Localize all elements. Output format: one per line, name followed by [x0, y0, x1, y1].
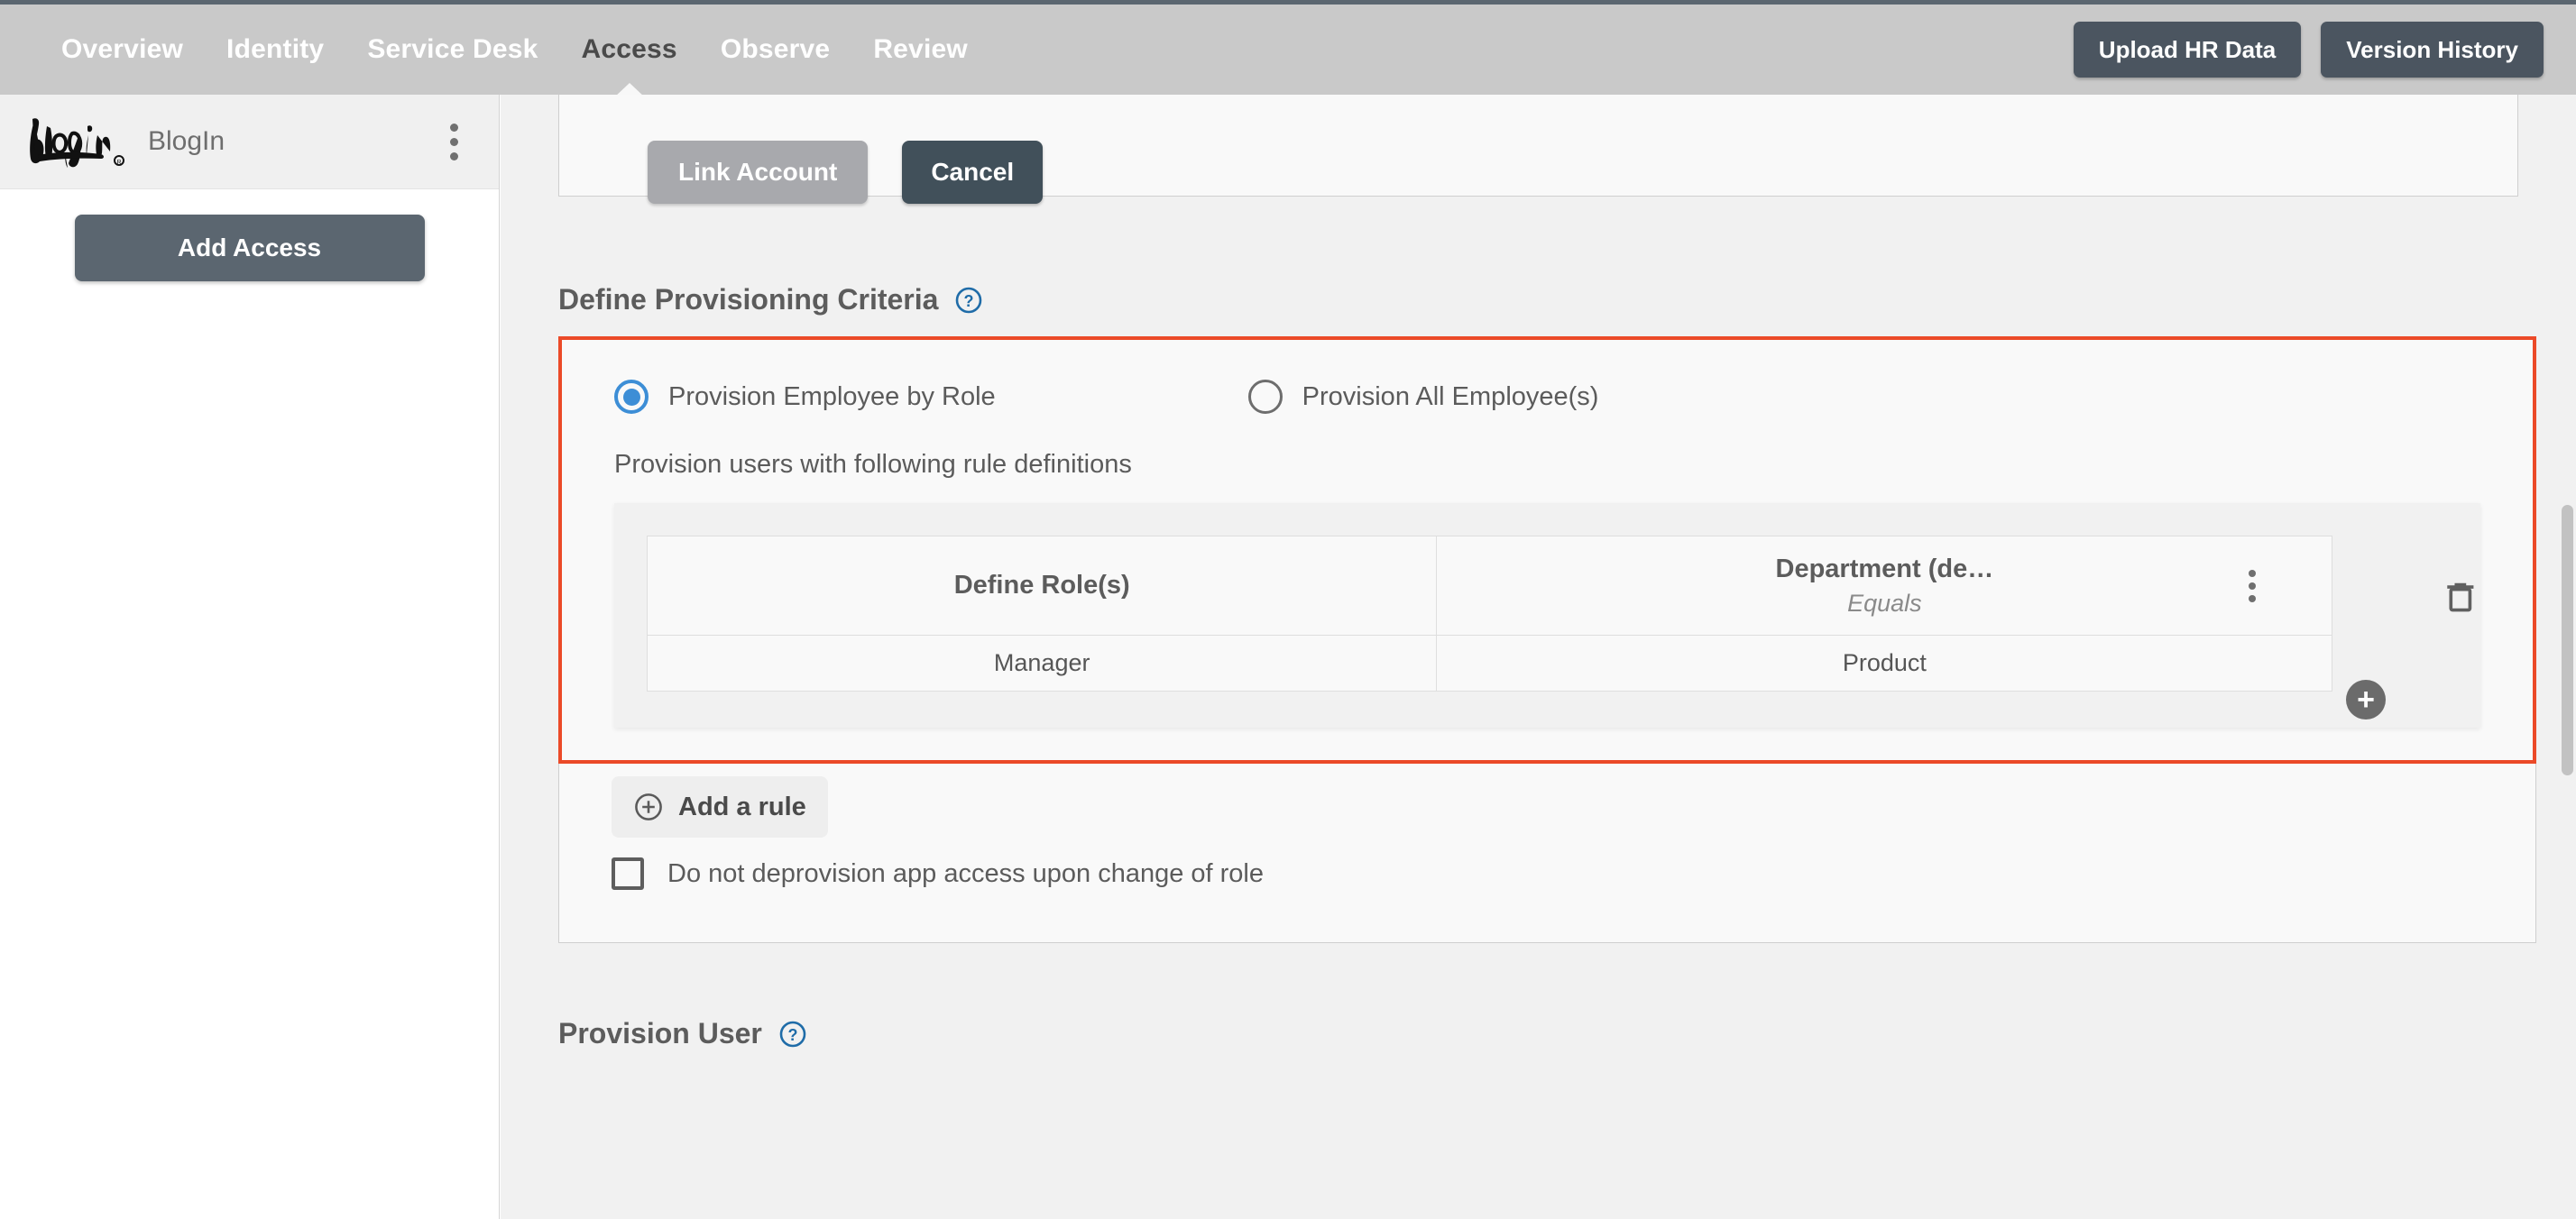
svg-text:?: ? — [787, 1026, 797, 1044]
rule-table: Define Role(s) Department (de… Equals Ma… — [646, 536, 2333, 692]
rule-intro-text: Provision users with following rule defi… — [614, 450, 1132, 479]
provisioning-criteria-header: Define Provisioning Criteria ? — [558, 283, 2576, 316]
add-a-rule-label: Add a rule — [678, 792, 806, 821]
version-history-button[interactable]: Version History — [2321, 22, 2544, 78]
nav-item-access[interactable]: Access — [560, 34, 699, 65]
provisioning-criteria-panel: Provision Employee by Role Provision All… — [558, 336, 2536, 764]
main-content: Link Account Cancel Define Provisioning … — [501, 95, 2576, 1219]
svg-text:?: ? — [964, 292, 974, 310]
column-menu-kebab-icon[interactable] — [2249, 569, 2257, 602]
add-column-plus-icon[interactable]: + — [2346, 680, 2386, 719]
app-header: R BlogIn — [0, 95, 499, 189]
top-navigation-bar: Overview Identity Service Desk Access Ob… — [0, 0, 2576, 95]
topbar-actions: Upload HR Data Version History — [2073, 22, 2544, 78]
app-name-label: BlogIn — [148, 126, 225, 156]
nav-item-identity[interactable]: Identity — [205, 34, 345, 65]
page-title: Define Provisioning Criteria — [558, 283, 939, 316]
deprovision-checkbox-row[interactable]: Do not deprovision app access upon chang… — [612, 857, 2535, 890]
radio-provision-all-employees[interactable]: Provision All Employee(s) — [1247, 380, 1599, 414]
nav-item-service-desk[interactable]: Service Desk — [345, 34, 559, 65]
rule-actions-panel: Add a rule Do not deprovision app access… — [558, 764, 2536, 943]
nav-item-observe[interactable]: Observe — [699, 34, 851, 65]
provision-mode-radio-group: Provision Employee by Role Provision All… — [562, 380, 2533, 414]
deprovision-checkbox[interactable] — [612, 857, 644, 890]
column-title: Define Role(s) — [953, 571, 1130, 600]
svg-text:R: R — [116, 160, 121, 166]
column-header-department[interactable]: Department (de… Equals — [1436, 536, 2333, 636]
cell-department-value[interactable]: Product — [1436, 635, 2333, 692]
cell-role-value[interactable]: Manager — [646, 635, 1438, 692]
rule-definition-box: Define Role(s) Department (de… Equals Ma… — [614, 503, 2480, 728]
add-access-button[interactable]: Add Access — [74, 215, 425, 281]
app-sidebar: R BlogIn Add Access — [0, 95, 500, 1219]
deprovision-checkbox-label: Do not deprovision app access upon chang… — [667, 858, 1264, 888]
main-nav: Overview Identity Service Desk Access Ob… — [40, 34, 989, 65]
radio-provision-all-label: Provision All Employee(s) — [1302, 381, 1599, 411]
column-title: Department (de… — [1775, 554, 1994, 583]
cancel-button[interactable]: Cancel — [902, 141, 1044, 204]
upload-hr-data-button[interactable]: Upload HR Data — [2073, 22, 2302, 78]
nav-item-overview[interactable]: Overview — [40, 34, 205, 65]
radio-unselected-icon — [1247, 380, 1283, 414]
column-operator: Equals — [1847, 589, 1922, 617]
table-row: Manager Product — [646, 635, 2333, 692]
trash-icon[interactable] — [2441, 577, 2480, 617]
radio-selected-icon — [614, 380, 649, 414]
plus-circle-outline-icon — [635, 793, 662, 820]
radio-provision-by-role[interactable]: Provision Employee by Role — [614, 380, 996, 414]
table-header-row: Define Role(s) Department (de… Equals — [646, 536, 2333, 636]
radio-provision-by-role-label: Provision Employee by Role — [668, 381, 996, 411]
add-a-rule-button[interactable]: Add a rule — [612, 776, 828, 838]
link-account-button[interactable]: Link Account — [648, 141, 869, 204]
blogin-logo: R — [30, 118, 124, 168]
sidebar-body: Add Access — [0, 189, 499, 281]
column-header-define-roles[interactable]: Define Role(s) — [646, 536, 1438, 636]
app-options-kebab-icon[interactable] — [450, 123, 459, 160]
provision-user-title: Provision User — [558, 1017, 762, 1049]
rule-table-wrap: Define Role(s) Department (de… Equals Ma… — [614, 536, 2480, 692]
help-circle-icon[interactable]: ? — [954, 286, 983, 315]
help-circle-icon[interactable]: ? — [778, 1020, 807, 1049]
link-account-card: Link Account Cancel — [558, 95, 2518, 204]
link-account-actions: Link Account Cancel — [559, 141, 2517, 204]
scrollbar-thumb[interactable] — [2562, 505, 2573, 775]
nav-item-review[interactable]: Review — [851, 34, 989, 65]
vertical-scrollbar[interactable] — [2556, 95, 2576, 1219]
provision-user-header: Provision User ? — [558, 1017, 2576, 1050]
